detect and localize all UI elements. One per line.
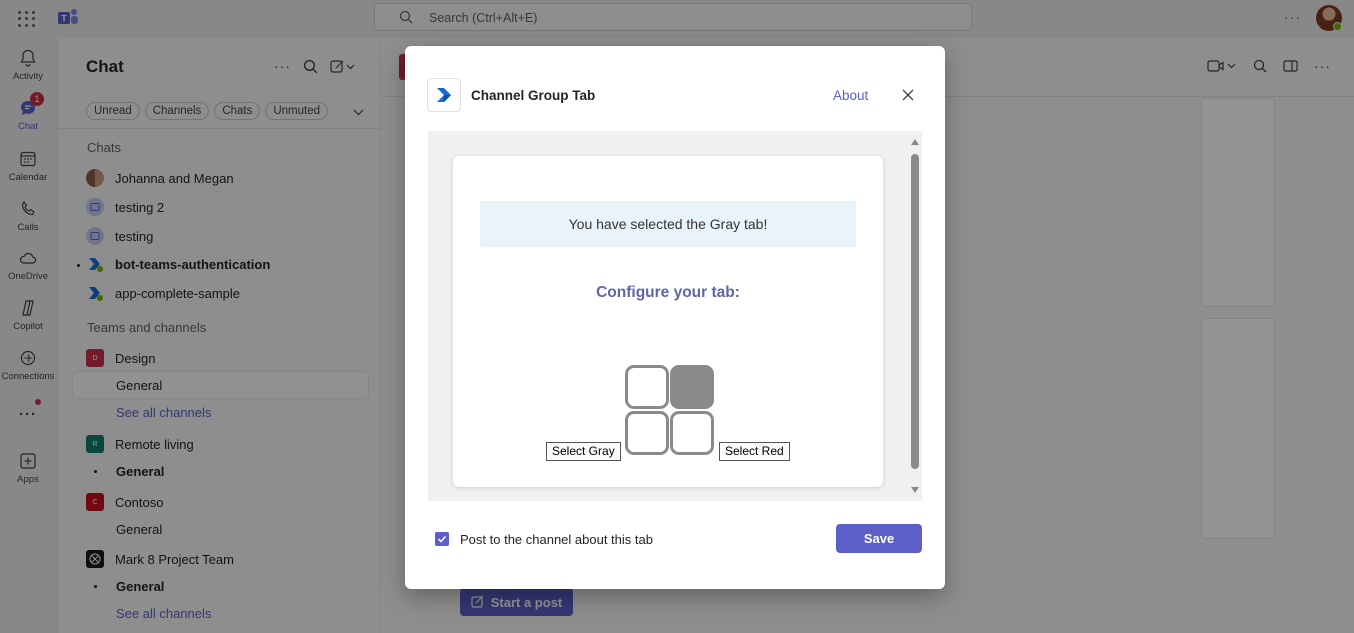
tab-config-frame: You have selected the Gray tab! Configur… [428,131,922,501]
save-button[interactable]: Save [836,524,922,553]
selection-alert: You have selected the Gray tab! [480,201,856,247]
checkmark-icon [437,535,447,543]
close-icon[interactable] [901,88,915,102]
app-icon [427,78,461,112]
select-red-button[interactable]: Select Red [719,442,790,461]
tile-top-left [625,365,669,409]
tab-config-dialog: Channel Group Tab About You have selecte… [405,46,945,589]
tile-bottom-left [625,411,669,455]
select-gray-button[interactable]: Select Gray [546,442,621,461]
configure-heading: Configure your tab: [596,284,740,301]
scroll-down-icon[interactable] [911,487,919,493]
tile-gray-selected [670,365,714,409]
about-link[interactable]: About [833,88,868,103]
config-card: You have selected the Gray tab! Configur… [453,156,883,487]
post-to-channel-checkbox[interactable] [435,532,449,546]
app-logo-icon [437,88,451,102]
scroll-up-icon[interactable] [911,139,919,145]
frame-scrollbar[interactable] [910,139,920,497]
scroll-thumb[interactable] [911,154,919,469]
dialog-title: Channel Group Tab [471,88,596,103]
tile-bottom-right [670,411,714,455]
checkbox-label: Post to the channel about this tab [460,532,653,547]
